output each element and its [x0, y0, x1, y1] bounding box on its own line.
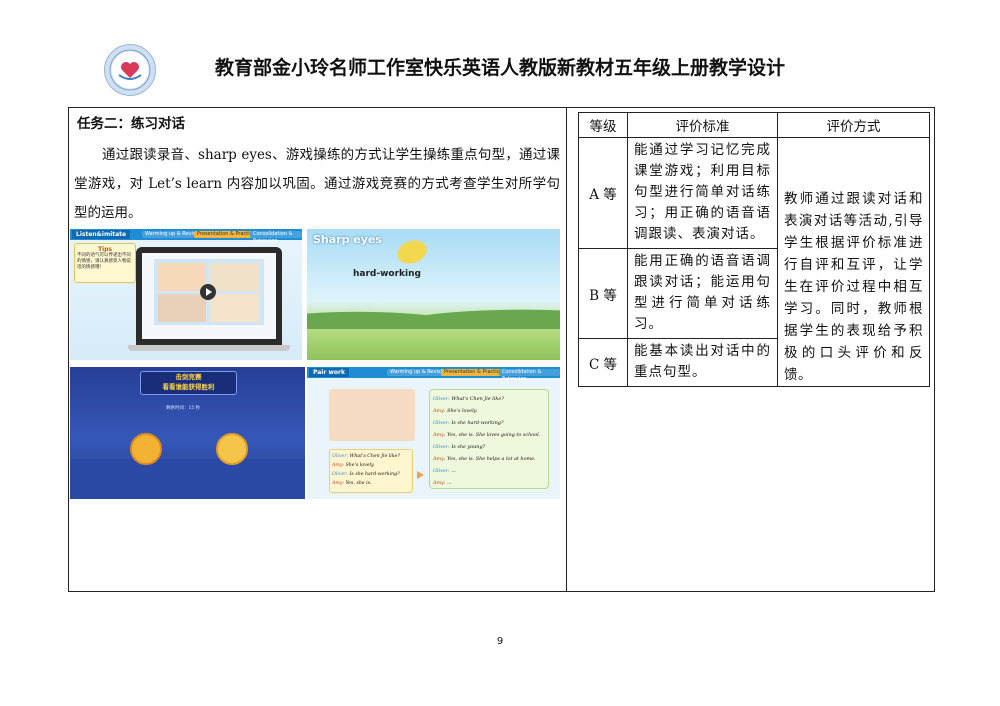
dialog-speaker: Oliver: — [433, 420, 452, 426]
dialog-line: Amy: She's lovely. — [433, 405, 545, 417]
family-illustration — [329, 389, 415, 441]
dialog-speaker: Amy: — [433, 408, 448, 414]
tips-box: Tips 不同的语气可以传递出不同的情感，请认真感受人物说话的情感哦！ — [74, 243, 136, 283]
banana-icon — [394, 236, 430, 268]
dialog-speaker: Amy: — [433, 432, 448, 438]
dialog-box-left: Oliver: What's Chen Jie like? Amy: She's … — [329, 449, 413, 493]
dialog-speaker: Amy: — [433, 456, 448, 462]
tips-title: Tips — [97, 246, 112, 253]
nav-chip: Presentation & Practice — [194, 231, 259, 238]
video-frame — [154, 259, 264, 325]
criteria-cell: 能基本读出对话中的重点句型。 — [627, 338, 778, 387]
slide-sharp-eyes: Sharp eyes hard-working — [307, 229, 560, 360]
monkey-character-icon — [216, 433, 248, 465]
header-grade: 等级 — [578, 112, 628, 138]
dialog-line: Oliver: Is she young? — [433, 441, 545, 453]
evaluation-table: 等级 评价标准 评价方式 A 等 能通过学习记忆完成课堂游戏；利用目标句型进行简… — [578, 112, 930, 387]
grade-cell: A 等 — [578, 136, 628, 250]
table-row: A 等 能通过学习记忆完成课堂游戏；利用目标句型进行简单对话练习；用正确的语音语… — [578, 136, 930, 387]
dialog-line: Oliver: What's Chen Jie like? — [332, 452, 410, 461]
dialog-speaker: Oliver: — [433, 396, 452, 402]
game-timer: 剩余时间：15 秒 — [166, 406, 201, 411]
dialog-text: Is she hard-working? — [349, 472, 400, 477]
arrow-right-icon — [417, 471, 424, 479]
laptop-base — [128, 345, 290, 351]
dialog-speaker: Amy: — [332, 481, 346, 486]
slide-fencing-game: 击剑竞赛 看看谁能获得胜利 剩余时间：15 秒 — [70, 367, 305, 499]
column-divider — [566, 107, 567, 592]
grade-cell: C 等 — [578, 338, 628, 387]
dialog-line: Oliver: Is she hard-working? — [332, 470, 410, 479]
laptop-icon — [136, 247, 282, 345]
task-title: 任务二：练习对话 — [77, 116, 185, 132]
game-subtitle: 看看谁能获得胜利 — [162, 383, 215, 391]
dialog-text: ... — [447, 480, 452, 486]
dialog-line: Amy: Yes, she is. She helps a lot at hom… — [433, 453, 545, 465]
keyword-text: hard-working — [353, 269, 421, 279]
slide-label: Pair work — [309, 368, 350, 377]
header-method: 评价方式 — [777, 112, 930, 138]
slide-pair-work: Pair work Warming up & Revision Presenta… — [307, 367, 560, 499]
dialog-line: Amy: Yes, she is. — [332, 479, 410, 488]
play-icon[interactable] — [200, 284, 216, 300]
dialog-line: Oliver: What's Chen Jie like? — [433, 393, 545, 405]
dialog-text: Yes, she is. She helps a lot at home. — [447, 456, 536, 462]
grade-cell: B 等 — [578, 248, 628, 340]
dialog-line: Oliver: Is she hard-working? — [433, 417, 545, 429]
criteria-cell: 能用正确的语音语调跟读对话；能运用句型进行简单对话练习。 — [627, 248, 778, 340]
criteria-cell: 能通过学习记忆完成课堂游戏；利用目标句型进行简单对话练习；用正确的语音语调跟读、… — [627, 136, 778, 250]
task-section: 任务二：练习对话 通过跟读录音、sharp eyes、游戏操练的方式让学生操练重… — [74, 112, 560, 228]
dialog-speaker: Oliver: — [332, 472, 350, 477]
slide-label: Sharp eyes — [313, 233, 382, 246]
dialog-text: What's Chen Jie like? — [349, 454, 400, 459]
lion-character-icon — [130, 433, 162, 465]
slide-listen-imitate: Listen&imitate Warming up & Revision Pre… — [70, 229, 302, 360]
dialog-line: Oliver: ... — [433, 465, 545, 477]
dialog-speaker: Amy: — [332, 463, 346, 468]
dialog-text: Is she young? — [451, 444, 486, 450]
nav-chip: Consolidation & Extension — [499, 369, 560, 382]
header-criteria: 评价标准 — [627, 112, 778, 138]
dialog-line: Amy: ... — [433, 477, 545, 489]
game-title: 击剑竞赛 — [175, 373, 202, 381]
dialog-text: Is she hard-working? — [451, 420, 504, 426]
nav-chip: Consolidation & Extension — [250, 231, 302, 244]
method-cell: 教师通过跟读对话和表演对话等活动,引导学生根据评价标准进行自评和互评，让学生在评… — [777, 137, 930, 387]
dialog-text: Yes, she is. — [345, 481, 372, 486]
dialog-text: She's lovely. — [345, 463, 375, 468]
game-banner: 击剑竞赛 看看谁能获得胜利 — [140, 371, 237, 395]
dialog-line: Amy: Yes, she is. She loves going to sch… — [433, 429, 545, 441]
dialog-text: ... — [451, 468, 457, 474]
dialog-speaker: Amy: — [433, 480, 448, 486]
stage-floor — [70, 459, 305, 499]
dialog-speaker: Oliver: — [332, 454, 350, 459]
dialog-speaker: Oliver: — [433, 468, 452, 474]
tips-text: 不同的语气可以传递出不同的情感，请认真感受人物说话的情感哦！ — [77, 253, 131, 270]
dialog-box-right: Oliver: What's Chen Jie like? Amy: She's … — [429, 389, 549, 489]
trees-decoration — [307, 299, 560, 329]
table-header-row: 等级 评价标准 评价方式 — [578, 112, 930, 138]
slide-label: Listen&imitate — [72, 230, 131, 239]
dialog-speaker: Oliver: — [433, 444, 452, 450]
page-title: 教育部金小玲名师工作室快乐英语人教版新教材五年级上册教学设计 — [214, 57, 785, 79]
task-description: 通过跟读录音、sharp eyes、游戏操练的方式让学生操练重点句型，通过课堂游… — [74, 147, 560, 221]
dialog-text: What's Chen Jie like? — [451, 396, 504, 402]
nav-chip: Presentation & Practice — [441, 369, 506, 376]
page-number: 9 — [496, 636, 504, 647]
dialog-line: Amy: She's lovely. — [332, 461, 410, 470]
dialog-text: She's lovely. — [447, 408, 478, 414]
dialog-text: Yes, she is. She loves going to school. — [447, 432, 541, 438]
